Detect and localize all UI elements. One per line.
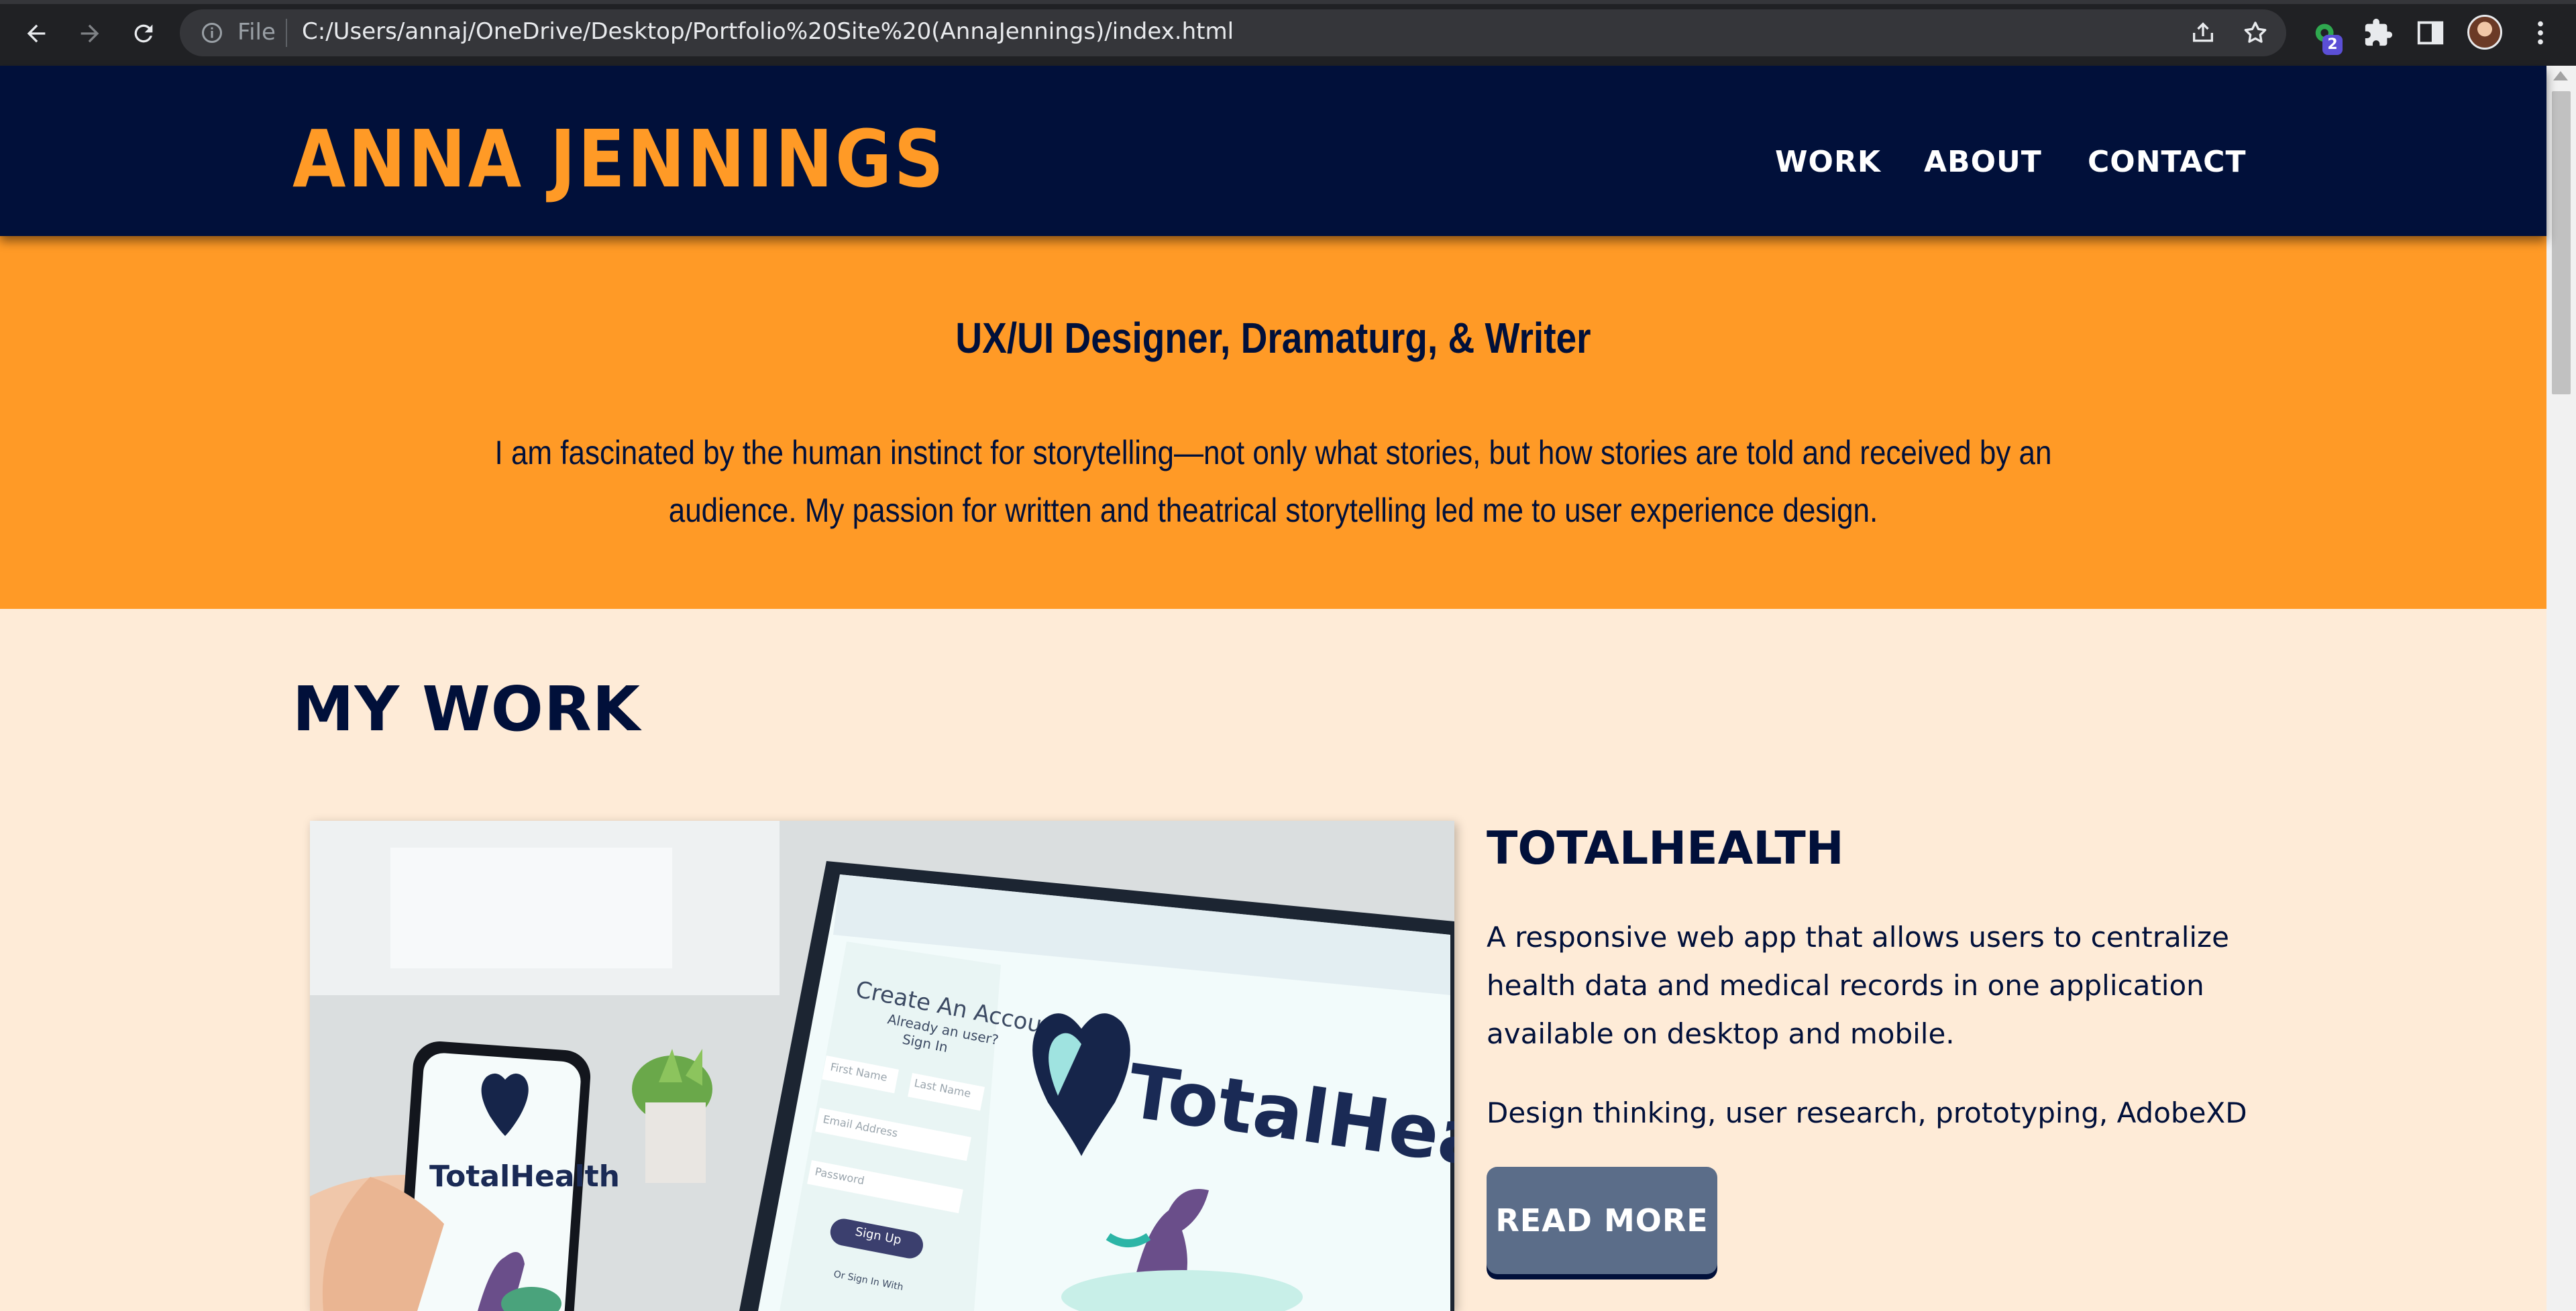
project-title[interactable]: TOTALHEALTH [1487, 822, 1844, 875]
scroll-up-arrow-icon[interactable] [2553, 71, 2568, 80]
back-icon [27, 24, 46, 43]
share-icon[interactable] [2190, 19, 2216, 46]
reload-button[interactable] [125, 15, 162, 52]
site-logo[interactable]: ANNA JENNINGS [292, 119, 946, 198]
project-description: A responsive web app that allows users t… [1487, 921, 2229, 1050]
read-more-button[interactable]: READ MORE [1487, 1167, 1717, 1274]
nav-contact[interactable]: CONTACT [2088, 145, 2246, 179]
totalhealth-mockup-illustration: Create An Account Already an user? Sign … [310, 821, 1454, 1311]
file-scheme-label: File [237, 19, 276, 46]
my-work-heading: MY WORK [292, 673, 641, 745]
tab-strip-edge [0, 0, 2576, 4]
forward-icon [80, 24, 99, 43]
menu-icon[interactable] [2525, 17, 2556, 48]
avatar[interactable] [2467, 15, 2502, 50]
hero-intro: I am fascinated by the human instinct fo… [494, 434, 2052, 529]
site-header: ANNA JENNINGS WORK ABOUT CONTACT [0, 66, 2546, 236]
hero-title: UX/UI Designer, Dramaturg, & Writer [955, 314, 1591, 362]
side-panel-icon[interactable] [2415, 17, 2446, 48]
puzzle-icon[interactable] [2363, 17, 2394, 48]
address-separator [286, 19, 287, 47]
scroll-thumb[interactable] [2552, 91, 2571, 394]
page-scrollbar[interactable] [2546, 66, 2576, 1311]
mockup-brand-small: TotalHealth [429, 1159, 620, 1194]
nav-about[interactable]: ABOUT [1924, 145, 2042, 179]
url-text[interactable]: C:/Users/annaj/OneDrive/Desktop/Portfoli… [302, 18, 1234, 45]
star-icon[interactable] [2242, 19, 2269, 46]
reload-icon [134, 24, 153, 43]
extension-badge: 2 [2322, 35, 2343, 55]
forward-button[interactable] [71, 15, 109, 52]
nav-work[interactable]: WORK [1775, 145, 1881, 179]
project-skills: Design thinking, user research, prototyp… [1487, 1096, 2247, 1129]
hero-section: UX/UI Designer, Dramaturg, & Writer I am… [0, 236, 2546, 609]
address-bar[interactable]: File C:/Users/annaj/OneDrive/Desktop/Por… [180, 9, 2286, 56]
browser-toolbar: File C:/Users/annaj/OneDrive/Desktop/Por… [0, 0, 2576, 66]
back-button[interactable] [17, 15, 55, 52]
project-thumbnail[interactable]: Create An Account Already an user? Sign … [310, 821, 1454, 1311]
info-icon[interactable] [200, 21, 224, 45]
